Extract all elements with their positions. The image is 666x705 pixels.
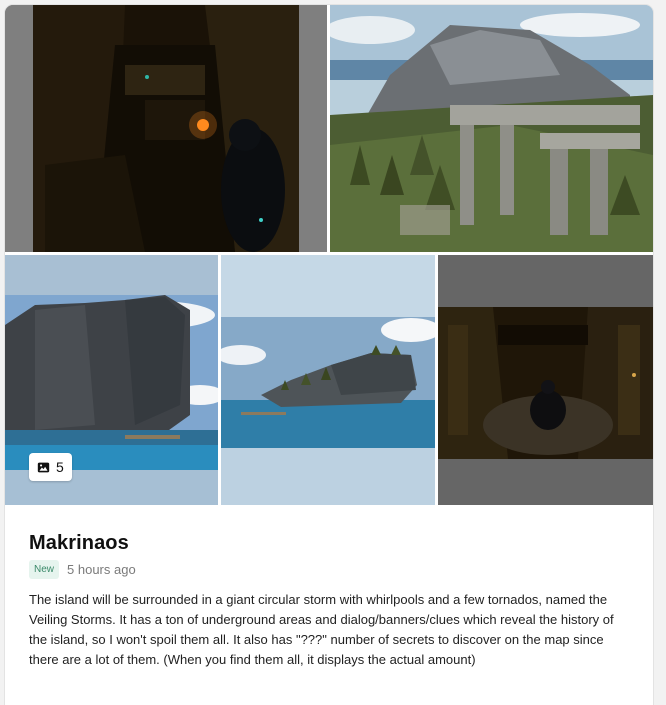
post-description: The island will be surrounded in a giant…: [29, 592, 614, 667]
gallery-image-2[interactable]: [330, 5, 653, 252]
image-gallery: 5: [5, 5, 653, 505]
post-title[interactable]: Makrinaos: [29, 532, 129, 555]
gallery-image-5[interactable]: [438, 255, 653, 505]
post-info: Makrinaos New 5 hours ago The island wil…: [5, 505, 653, 705]
gallery-image-1[interactable]: [5, 5, 327, 252]
image-count: 5: [56, 459, 64, 475]
gallery-image-3[interactable]: 5: [5, 255, 218, 505]
image-count-badge: 5: [29, 453, 72, 481]
floating-island-image: [221, 255, 435, 505]
post-card: 5 Makrinaos New 5 hours ago The island w…: [5, 5, 653, 705]
image-icon: [37, 462, 50, 472]
dark-chamber-image: [438, 255, 653, 505]
post-meta: New 5 hours ago: [29, 560, 136, 579]
gallery-image-4[interactable]: [221, 255, 435, 505]
post-timestamp: 5 hours ago: [67, 562, 136, 577]
island-ruins-image: [330, 5, 653, 252]
new-badge: New: [29, 560, 60, 579]
dark-corridor-image: [5, 5, 327, 252]
